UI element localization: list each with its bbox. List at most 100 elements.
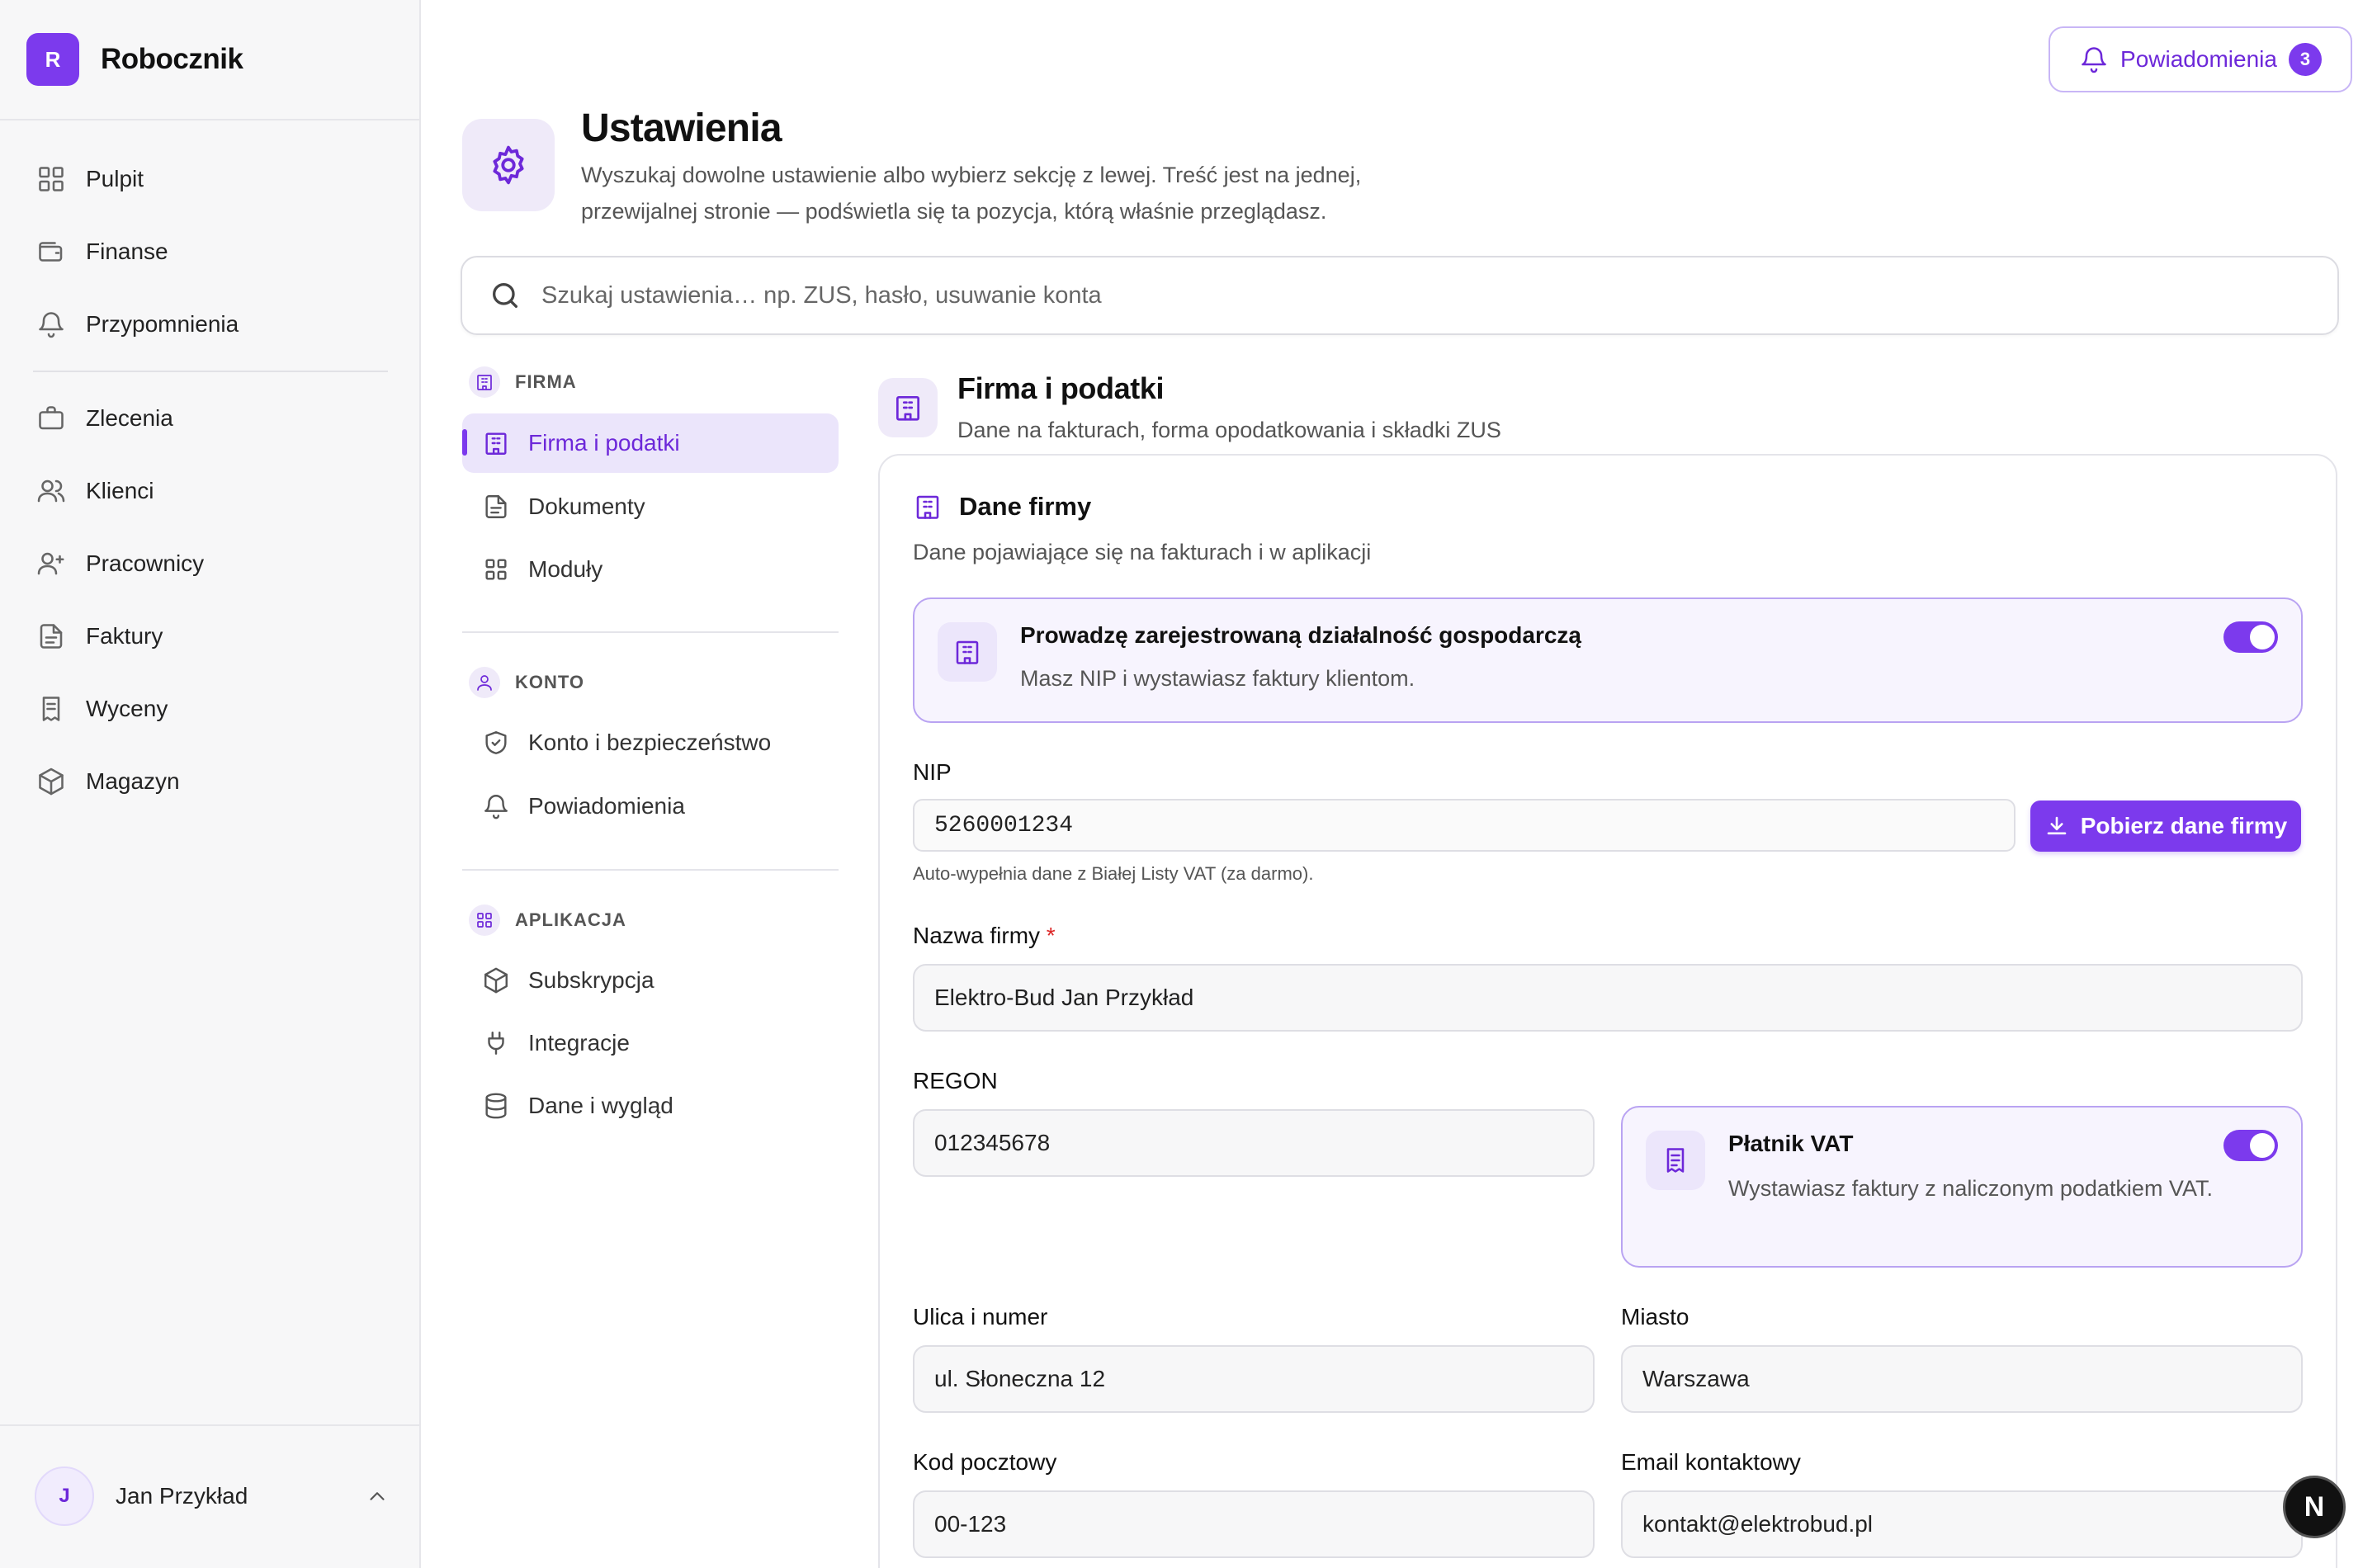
regon-label: REGON — [913, 1068, 998, 1093]
database-icon — [485, 1093, 507, 1119]
sidebar-item-wyceny[interactable]: Wyceny — [36, 684, 168, 734]
sidebar-item-faktury[interactable]: Faktury — [36, 612, 163, 661]
settings-item-label: Subskrypcja — [528, 967, 655, 993]
settings-item-dokumenty[interactable]: Dokumenty — [462, 477, 839, 536]
download-icon — [2047, 816, 2067, 835]
business-icon — [938, 622, 997, 682]
settings-item-label: Konto i bezpieczeństwo — [528, 730, 772, 755]
divider — [462, 631, 839, 633]
business-toggle-switch[interactable] — [2223, 621, 2278, 653]
bell-icon — [484, 795, 508, 819]
bell-icon — [39, 312, 64, 338]
card-subtitle: Dane pojawiające się na fakturach i w ap… — [913, 540, 1372, 564]
wallet-icon — [39, 242, 63, 262]
receipt-icon — [1666, 1148, 1685, 1173]
user-plus-icon — [37, 552, 64, 575]
company-name-label-text: Nazwa firmy — [913, 923, 1041, 948]
divider — [0, 1424, 419, 1426]
sidebar-item-label: Zlecenia — [86, 405, 173, 431]
city-label: Miasto — [1621, 1304, 1689, 1329]
nip-input[interactable] — [913, 799, 2015, 852]
dashboard-icon — [39, 167, 64, 191]
vat-icon — [1646, 1131, 1705, 1190]
street-label: Ulica i numer — [913, 1304, 1048, 1329]
settings-item-moduly[interactable]: Moduły — [462, 540, 839, 599]
settings-item-label: Moduły — [528, 556, 603, 582]
page-description: Wyszukaj dowolne ustawienie albo wybierz… — [581, 163, 1362, 224]
dev-tools-badge[interactable]: N — [2283, 1476, 2346, 1538]
section-subtitle: Dane na fakturach, forma opodatkowania i… — [957, 418, 1501, 442]
settings-item-konto-i-bezpieczenstwo[interactable]: Konto i bezpieczeństwo — [462, 713, 839, 772]
email-input[interactable] — [1621, 1490, 2303, 1558]
settings-section-heading: KONTO — [515, 672, 585, 692]
user-icon — [469, 667, 500, 698]
sidebar-item-label: Przypomnienia — [86, 311, 239, 337]
section-icon — [878, 378, 938, 437]
postal-code-input[interactable] — [913, 1490, 1595, 1558]
settings-item-label: Dane i wygląd — [528, 1093, 673, 1118]
sidebar-item-zlecenia[interactable]: Zlecenia — [36, 394, 173, 443]
notifications-button[interactable]: Powiadomienia 3 — [2049, 26, 2352, 92]
sidebar-item-klienci[interactable]: Klienci — [36, 466, 154, 516]
sidebar-item-label: Klienci — [86, 478, 154, 503]
business-toggle-desc: Masz NIP i wystawiasz faktury klientom. — [1020, 666, 1415, 691]
company-name-label: Nazwa firmy * — [913, 923, 1056, 949]
brand-logo: R — [26, 33, 79, 86]
chevron-up-icon[interactable] — [365, 1484, 390, 1509]
shield-check-icon — [485, 731, 507, 754]
switch-knob — [2250, 1133, 2275, 1158]
settings-item-subskrypcja[interactable]: Subskrypcja — [462, 951, 839, 1010]
settings-item-label: Firma i podatki — [528, 430, 680, 456]
settings-item-firma-i-podatki[interactable]: Firma i podatki — [462, 413, 839, 473]
briefcase-icon — [39, 406, 64, 430]
divider — [462, 869, 839, 871]
brand-name: Robocznik — [101, 43, 243, 75]
settings-section-firma: FIRMA — [469, 366, 577, 398]
settings-section-heading: FIRMA — [515, 371, 577, 392]
sidebar-item-przypomnienia[interactable]: Przypomnienia — [36, 300, 239, 349]
user-menu[interactable]: J Jan Przykład — [35, 1466, 390, 1526]
settings-search[interactable] — [461, 256, 2339, 335]
grid-icon — [469, 904, 500, 936]
regon-input[interactable] — [913, 1109, 1595, 1177]
postal-code-label: Kod pocztowy — [913, 1449, 1057, 1475]
settings-item-integracje[interactable]: Integracje — [462, 1013, 839, 1073]
brand[interactable]: R Robocznik — [26, 33, 243, 86]
fetch-company-data-button[interactable]: Pobierz dane firmy — [2030, 801, 2301, 852]
settings-item-label: Powiadomienia — [528, 793, 685, 819]
receipt-icon — [42, 697, 60, 721]
sidebar-item-magazyn[interactable]: Magazyn — [36, 757, 180, 806]
building-icon — [469, 366, 500, 398]
users-icon — [37, 479, 65, 503]
sidebar-item-pulpit[interactable]: Pulpit — [36, 154, 144, 204]
notifications-count-badge: 3 — [2288, 43, 2322, 76]
section-title: Firma i podatki — [957, 371, 1165, 405]
settings-item-label: Integracje — [528, 1030, 630, 1056]
nip-hint: Auto-wypełnia dane z Białej Listy VAT (z… — [913, 863, 1314, 884]
sidebar-item-pracownicy[interactable]: Pracownicy — [36, 539, 204, 588]
settings-section-konto: KONTO — [469, 667, 584, 698]
sidebar-item-label: Finanse — [86, 239, 168, 264]
sidebar-item-label: Pulpit — [86, 166, 144, 191]
switch-knob — [2250, 625, 2275, 649]
required-marker: * — [1046, 923, 1056, 948]
search-input[interactable] — [541, 281, 2275, 309]
settings-item-dane-i-wyglad[interactable]: Dane i wygląd — [462, 1076, 839, 1136]
street-input[interactable] — [913, 1345, 1595, 1413]
divider — [0, 119, 419, 120]
avatar: J — [35, 1466, 94, 1526]
plug-icon — [488, 1032, 504, 1055]
settings-item-powiadomienia[interactable]: Powiadomienia — [462, 777, 839, 836]
nip-label: NIP — [913, 759, 952, 785]
company-name-input[interactable] — [913, 964, 2303, 1032]
document-icon — [485, 495, 507, 518]
building-icon — [896, 395, 920, 421]
city-input[interactable] — [1621, 1345, 2303, 1413]
settings-page-icon — [462, 119, 555, 211]
grid-icon — [485, 559, 507, 580]
vat-toggle-switch[interactable] — [2223, 1130, 2278, 1161]
divider — [33, 371, 388, 372]
bell-icon — [2082, 47, 2106, 73]
file-icon — [40, 624, 63, 649]
sidebar-item-finanse[interactable]: Finanse — [36, 227, 168, 276]
